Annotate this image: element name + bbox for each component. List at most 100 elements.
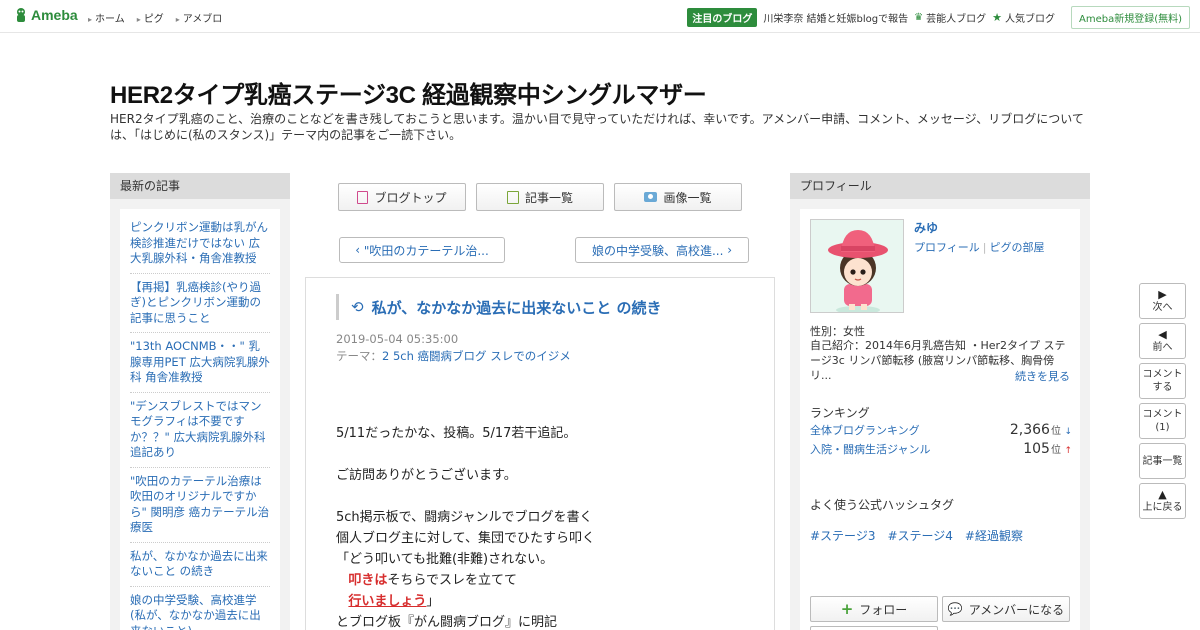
rank-down-icon: ↓ xyxy=(1064,427,1072,437)
register-button[interactable]: Ameba新規登録(無料) xyxy=(1070,6,1190,29)
next-article-link[interactable]: 娘の中学受験、高校進... › xyxy=(575,237,749,263)
top-right: 注目のブログ 川栄李奈 結婚と妊娠blogで報告 ♛ 芸能人ブログ ★ 人気ブログ … xyxy=(687,6,1200,29)
article-date: 2019-05-04 05:35:00 xyxy=(336,332,459,346)
float-next-label: 次へ xyxy=(1152,302,1173,313)
latest-article-item[interactable]: "吹田のカテーテル治療は吹田のオリジナルですから" 関明彦 癌カテーテル治療医 xyxy=(130,471,270,543)
read-more-link[interactable]: 続きを見る xyxy=(1015,368,1070,384)
article-title[interactable]: 私が、なかなか過去に出来ないこと の続き xyxy=(372,297,662,318)
celeb-blog-label: 芸能人ブログ xyxy=(926,14,987,25)
body-line: 「どう叩いても批難(非難)されない。 xyxy=(336,552,554,567)
nav-home[interactable]: ホーム xyxy=(88,10,125,25)
reblog-icon: ⟲ xyxy=(351,298,364,316)
float-comment-button[interactable]: コメント する xyxy=(1139,363,1186,399)
amember-button[interactable]: 💬 アメンバーになる xyxy=(942,596,1070,622)
ranking-genre-link[interactable]: 入院・闘病生活ジャンル xyxy=(810,441,930,457)
chat-bubble-icon: 💬 xyxy=(947,602,963,616)
crown-icon: ♛ xyxy=(914,12,924,23)
star-icon: ★ xyxy=(992,11,1002,24)
featured-link[interactable]: 川栄李奈 結婚と妊娠blogで報告 xyxy=(763,10,908,25)
latest-article-item[interactable]: "デンスブレストではマンモグラフィは不要ですか？？" 広大病院乳腺外科 追記あり xyxy=(130,396,270,468)
hashtag-list: #ステージ3 #ステージ4 #経過観察 xyxy=(810,527,1023,544)
hashtag-heading: よく使う公式ハッシュタグ xyxy=(810,498,955,512)
ranking-overall-link[interactable]: 全体ブログランキング xyxy=(810,422,920,438)
float-comments-label-1: コメント xyxy=(1142,409,1183,420)
ranking-row-genre: 入院・闘病生活ジャンル 105位 ↑ xyxy=(810,441,1072,457)
article-list-label: 記事一覧 xyxy=(524,190,573,205)
ameba-logo-icon xyxy=(17,8,25,22)
blog-nav-buttons: ブログトップ 記事一覧 画像一覧 xyxy=(338,183,742,211)
rank-unit: 位 xyxy=(1050,426,1061,437)
latest-articles-heading: 最新の記事 xyxy=(110,173,290,199)
body-line: 叩きはそちらでスレを立てて xyxy=(336,570,756,591)
blog-top-button[interactable]: ブログトップ xyxy=(338,183,466,211)
article-theme: テーマ：2 5ch 癌闘病ブログ スレでのイジメ xyxy=(336,348,571,364)
follow-label: フォロー xyxy=(859,602,908,617)
float-top-button[interactable]: ▲ 上に戻る xyxy=(1139,483,1186,519)
hashtag-link[interactable]: #ステージ3 xyxy=(810,527,875,544)
play-right-icon: ▶ xyxy=(1158,288,1167,301)
profile-name[interactable]: みゆ xyxy=(914,219,938,236)
blog-description: HER2タイプ乳癌のこと、治療のことなどを書き残しておこうと思います。温かい目で… xyxy=(110,112,1084,142)
nav-ameblo[interactable]: アメブロ xyxy=(176,10,223,25)
article-list-button[interactable]: 記事一覧 xyxy=(476,183,604,211)
pig-room-link[interactable]: ピグの部屋 xyxy=(990,241,1045,254)
theme-link[interactable]: 2 5ch 癌闘病ブログ スレでのイジメ xyxy=(382,349,571,363)
camera-icon xyxy=(644,192,658,202)
latest-articles-list: ピンクリボン運動は乳がん検診推進だけではない 広大乳腺外科・角舎准教授 【再掲】… xyxy=(120,209,280,630)
featured-text: 川栄李奈 結婚と妊娠blogで報告 xyxy=(763,14,909,25)
top-bar: Ameba ホーム ピグ アメブロ 注目のブログ 川栄李奈 結婚と妊娠blogで… xyxy=(0,0,1200,33)
body-line: 行いましょう」 xyxy=(336,591,756,612)
float-comments-count: (1) xyxy=(1155,422,1170,433)
body-line: とブログ板『がん闘病ブログ』に明記 xyxy=(336,615,558,630)
float-prev-button[interactable]: ◀ 前へ xyxy=(1139,323,1186,359)
prev-article-link[interactable]: ‹ "吹田のカテーテル治... xyxy=(339,237,505,263)
body-line: 5ch掲示板で、闘病ジャンルでブログを書く xyxy=(336,510,593,525)
body-line: ご訪問ありがとうございます。 xyxy=(336,468,517,483)
profile-gender: 性別：女性 xyxy=(810,325,865,338)
latest-article-item[interactable]: 【再掲】乳癌検診(やり過ぎ)とピンクリボン運動の記事に思うこと xyxy=(130,277,270,333)
amember-label: アメンバーになる xyxy=(968,602,1065,617)
article-body: 5/11だったかな、投稿。5/17若干追記。 ご訪問ありがとうございます。 5c… xyxy=(336,423,756,630)
play-up-icon: ▲ xyxy=(1158,488,1167,501)
ranking-overall-value-wrap: 2,366位 ↓ xyxy=(1010,422,1072,438)
body-text: そちらでスレを立てて xyxy=(387,573,518,588)
follow-button[interactable]: + フォロー xyxy=(810,596,938,622)
ranking-genre-value: 105 xyxy=(1023,441,1050,457)
ameba-logo[interactable]: Ameba xyxy=(14,7,78,23)
profile-box: プロフィール みゆ プロフィール | ピグの部屋 性別：女性 自己紹介：2014年6… xyxy=(790,173,1090,630)
ranking-heading: ランキング xyxy=(810,406,870,420)
popular-blog-link[interactable]: ★ 人気ブログ xyxy=(992,10,1055,25)
latest-article-item[interactable]: "13th AOCNMB・・" 乳腺専用PET 広大病院乳腺外科 角舎准教授 xyxy=(130,336,270,393)
float-comments-button[interactable]: コメント (1) xyxy=(1139,403,1186,439)
avatar-illustration xyxy=(811,220,903,312)
extra-button[interactable] xyxy=(810,626,938,630)
hashtag-link[interactable]: #ステージ4 xyxy=(887,527,952,544)
avatar[interactable] xyxy=(810,219,904,313)
article-title-wrap: ⟲ 私が、なかなか過去に出来ないこと の続き xyxy=(336,294,746,320)
logo-text: Ameba xyxy=(31,7,78,23)
float-list-button[interactable]: 記事一覧 xyxy=(1139,443,1186,479)
emphasis-text: 行いましょう xyxy=(348,594,427,609)
prev-article-label: "吹田のカテーテル治... xyxy=(363,243,489,258)
latest-article-item[interactable]: 娘の中学受験、高校進学(私が、なかなか過去に出来ないこと) xyxy=(130,590,270,630)
float-next-button[interactable]: ▶ 次へ xyxy=(1139,283,1186,319)
body-line: 5/11だったかな、投稿。5/17若干追記。 xyxy=(336,426,577,441)
blog-title[interactable]: HER2タイプ乳癌ステージ3C 経過観察中シングルマザー xyxy=(110,75,707,110)
article: ⟲ 私が、なかなか過去に出来ないこと の続き 2019-05-04 05:35:… xyxy=(305,277,775,630)
play-left-icon: ◀ xyxy=(1158,328,1167,341)
body-text: 」 xyxy=(426,594,440,609)
popular-blog-label: 人気ブログ xyxy=(1004,14,1055,25)
image-list-button[interactable]: 画像一覧 xyxy=(614,183,742,211)
rank-unit: 位 xyxy=(1050,445,1061,456)
latest-article-item[interactable]: ピンクリボン運動は乳がん検診推進だけではない 広大乳腺外科・角舎准教授 xyxy=(130,217,270,274)
link-separator: | xyxy=(982,241,987,254)
profile-link[interactable]: プロフィール xyxy=(914,241,980,254)
latest-article-item[interactable]: 私が、なかなか過去に出来ないこと の続き xyxy=(130,546,270,587)
float-top-label: 上に戻る xyxy=(1142,502,1183,513)
celeb-blog-link[interactable]: ♛ 芸能人ブログ xyxy=(914,10,986,25)
nav-pigg[interactable]: ピグ xyxy=(137,10,164,25)
hashtag-link[interactable]: #経過観察 xyxy=(965,527,1023,544)
image-list-label: 画像一覧 xyxy=(663,190,712,205)
